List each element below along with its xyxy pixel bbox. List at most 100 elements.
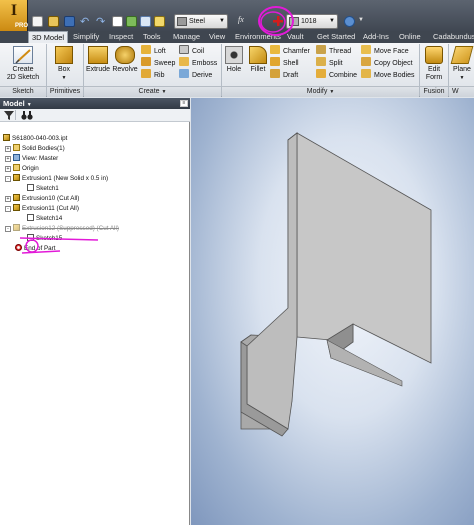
tab-simplify[interactable]: Simplify <box>70 31 102 43</box>
tree-item-origin[interactable]: + Origin <box>3 164 189 174</box>
tree-item-label: S61800-040-003.ipt <box>12 135 68 142</box>
tree-item-end-of-part[interactable]: End of Part <box>3 244 189 254</box>
emboss-icon <box>179 57 189 66</box>
tree-item-sketch14[interactable]: Sketch14 <box>3 214 189 224</box>
sketch-icon <box>27 184 34 191</box>
tree-item-extrusion11[interactable]: - Extrusion11 (Cut All) <box>3 204 189 214</box>
save-icon[interactable] <box>64 16 75 27</box>
tab-online[interactable]: Online <box>396 31 424 43</box>
material-dropdown[interactable]: Steel ▼ <box>174 14 228 29</box>
chevron-down-icon: ▼ <box>329 18 335 24</box>
extrusion-icon <box>13 204 20 211</box>
tab-add-ins[interactable]: Add-Ins <box>360 31 392 43</box>
redo-icon[interactable]: ↷ <box>96 15 108 28</box>
sweep-button[interactable]: Sweep <box>141 57 179 69</box>
box-label: Box <box>57 66 71 73</box>
draft-button[interactable]: Draft <box>270 69 316 81</box>
expand-icon[interactable]: + <box>5 146 11 152</box>
tab-view[interactable]: View <box>206 31 228 43</box>
tree-item-label: Extrusion1 (New Solid x 0.5 in) <box>22 175 109 182</box>
expand-icon[interactable]: + <box>5 156 11 162</box>
select-icon[interactable] <box>140 16 151 27</box>
tab-cadabundus[interactable]: Cadabundus <box>430 31 474 43</box>
tree-item-part[interactable]: S61800-040-003.ipt <box>3 134 189 144</box>
create-small-tools-2: Coil Emboss Derive <box>179 45 221 81</box>
create-2d-sketch-button[interactable]: Create 2D Sketch <box>2 46 44 82</box>
part-model-render[interactable] <box>191 98 474 525</box>
thread-icon <box>316 45 326 54</box>
collapse-icon[interactable]: - <box>5 226 11 232</box>
tab-3d-model[interactable]: 3D Model <box>28 31 69 43</box>
tab-tools[interactable]: Tools <box>140 31 164 43</box>
tree-item-solid-bodies[interactable]: + Solid Bodies(1) <box>3 144 189 154</box>
expand-icon[interactable]: + <box>5 166 11 172</box>
coil-button[interactable]: Coil <box>179 45 221 57</box>
find-binoculars-icon[interactable] <box>21 111 33 120</box>
tree-item-view-master[interactable]: + View: Master <box>3 154 189 164</box>
collapse-icon[interactable]: - <box>5 206 11 212</box>
chamfer-icon <box>270 45 280 54</box>
derive-icon <box>179 69 189 78</box>
tree-item-extrusion12-suppressed[interactable]: - Extrusion12 (Suppressed) (Cut All) <box>3 224 189 234</box>
plane-icon <box>450 46 474 64</box>
folder-icon <box>13 164 20 171</box>
browser-menu-icon[interactable]: ≡ <box>180 100 188 107</box>
application-menu-button[interactable]: I PRO <box>0 0 28 33</box>
sketch-pencil-icon <box>13 46 33 64</box>
help-icon[interactable] <box>344 16 355 27</box>
expand-icon[interactable]: + <box>5 196 11 202</box>
emboss-button[interactable]: Emboss <box>179 57 221 69</box>
tree-item-sketch15[interactable]: Sketch15 <box>3 234 189 244</box>
open-folder-icon[interactable] <box>48 16 59 27</box>
revolve-button[interactable]: Revolve <box>112 46 138 74</box>
update-icon[interactable] <box>154 16 165 27</box>
tab-inspect[interactable]: Inspect <box>106 31 136 43</box>
thread-button[interactable]: Thread <box>316 45 360 57</box>
tab-manage[interactable]: Manage <box>170 31 203 43</box>
tree-item-extrusion1[interactable]: - Extrusion1 (New Solid x 0.5 in) <box>3 174 189 184</box>
add-icon[interactable] <box>273 16 283 26</box>
filter-icon[interactable] <box>4 111 14 120</box>
customize-arrow-icon[interactable]: ▼ <box>358 17 366 25</box>
modify-group-label[interactable]: Modify ▼ <box>222 86 419 97</box>
shell-button[interactable]: Shell <box>270 57 316 69</box>
extrude-button[interactable]: Extrude <box>85 46 111 74</box>
derive-button[interactable]: Derive <box>179 69 221 81</box>
tab-get-started[interactable]: Get Started <box>314 31 358 43</box>
browser-tree: S61800-040-003.ipt + Solid Bodies(1) + Vie… <box>3 134 189 254</box>
draft-icon <box>270 69 280 78</box>
loft-button[interactable]: Loft <box>141 45 179 57</box>
collapse-icon[interactable]: - <box>5 176 11 182</box>
copy-object-button[interactable]: Copy Object <box>361 57 419 69</box>
hole-button[interactable]: Hole <box>223 46 245 74</box>
tab-environments[interactable]: Environments <box>232 31 284 43</box>
tree-item-label: Extrusion10 (Cut All) <box>22 195 80 202</box>
modify-small-tools-3: Move Face Copy Object Move Bodies <box>361 45 419 81</box>
edit-form-button[interactable]: Edit Form <box>421 46 447 82</box>
split-button[interactable]: Split <box>316 57 360 69</box>
rib-button[interactable]: Rib <box>141 69 179 81</box>
tree-item-sketch1[interactable]: Sketch1 <box>3 184 189 194</box>
combine-button[interactable]: Combine <box>316 69 360 81</box>
undo-icon[interactable]: ↶ <box>80 15 92 28</box>
move-face-button[interactable]: Move Face <box>361 45 419 57</box>
part-notch-bottom-face <box>326 339 403 387</box>
chevron-down-icon[interactable]: ▼ <box>27 102 32 108</box>
home-view-icon[interactable] <box>112 16 123 27</box>
create-group-label[interactable]: Create ▼ <box>84 86 221 97</box>
fillet-button[interactable]: Fillet <box>246 46 270 74</box>
return-icon[interactable] <box>126 16 137 27</box>
formula-icon[interactable]: fx <box>238 15 252 27</box>
move-bodies-button[interactable]: Move Bodies <box>361 69 419 81</box>
move-face-label: Move Face <box>374 48 409 55</box>
box-button[interactable]: Box ▼ <box>50 46 78 82</box>
graphics-viewport[interactable] <box>191 98 474 525</box>
part-icon <box>3 134 10 141</box>
tree-item-extrusion10[interactable]: + Extrusion10 (Cut All) <box>3 194 189 204</box>
plane-button[interactable]: Plane ▼ <box>450 46 474 82</box>
new-file-icon[interactable] <box>32 16 43 27</box>
tab-vault[interactable]: Vault <box>284 31 307 43</box>
chamfer-button[interactable]: Chamfer <box>270 45 316 57</box>
browser-header[interactable]: Model ▼ <box>0 98 190 109</box>
appearance-dropdown[interactable]: 1018 ▼ <box>286 14 338 29</box>
